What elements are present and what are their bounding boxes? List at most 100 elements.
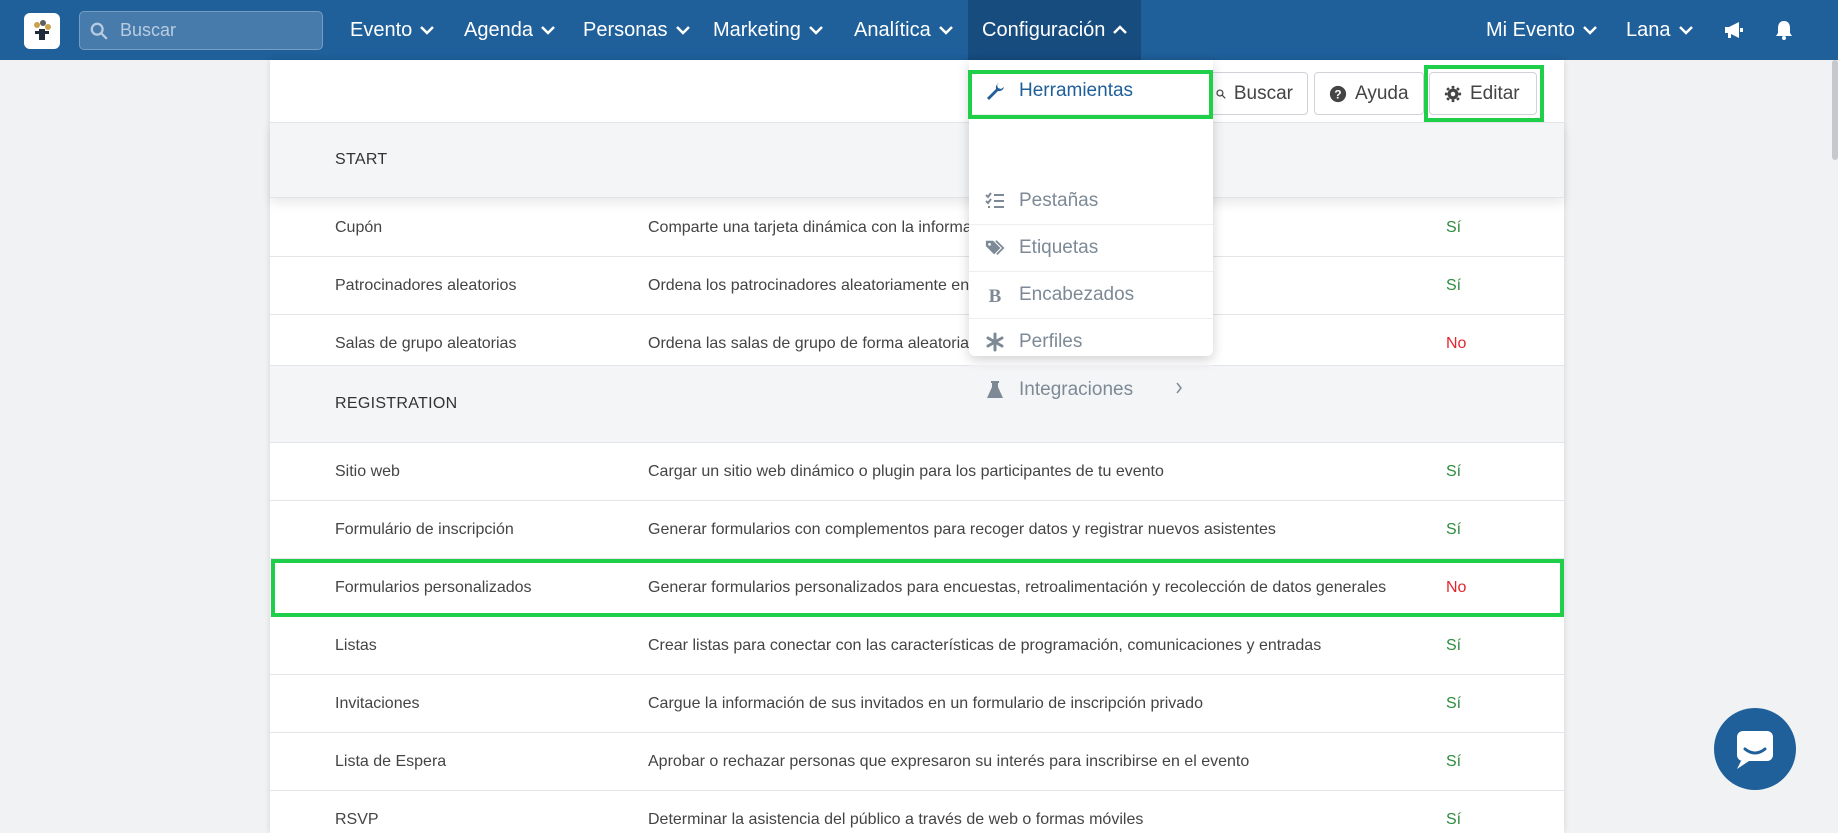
row-status: Sí [1446,694,1462,712]
menu-item-etiquetas[interactable]: Etiquetas [969,225,1213,272]
nav-lana[interactable]: Lana [1612,0,1707,60]
nav-lana-label: Lana [1626,18,1671,41]
nav-evento[interactable]: Evento [336,0,448,60]
highlight-herramientas [968,70,1213,119]
row-status: Sí [1446,276,1462,294]
row-name: Invitaciones [335,694,420,712]
row-status: Sí [1446,520,1462,538]
table-row[interactable]: Lista de Espera Aprobar o rechazar perso… [270,733,1564,791]
chevron-down-icon [1583,26,1597,35]
nav-marketing[interactable]: Marketing [699,0,837,60]
row-status: Sí [1446,218,1462,236]
menu-item-label: Perfiles [1019,331,1083,352]
content-panel: Buscar ? Ayuda Editar START Cupón Compar… [270,60,1564,833]
menu-item-label: Etiquetas [1019,237,1099,258]
nav-analitica[interactable]: Analítica [840,0,967,60]
svg-text:?: ? [1334,88,1341,101]
nav-personas[interactable]: Personas [569,0,704,60]
list-check-icon [985,192,1004,208]
chat-icon [1737,731,1773,769]
search-input[interactable] [120,20,310,41]
tags-icon [985,240,1005,256]
row-status: Sí [1446,752,1462,770]
row-name: Patrocinadores aleatorios [335,276,517,294]
menu-item-label: Pestañas [1019,190,1099,211]
search-button[interactable]: Buscar [1202,72,1308,115]
row-name: Sitio web [335,462,400,480]
table-row[interactable]: Cupón Comparte una tarjeta dinámica con … [270,199,1564,257]
nav-agenda-label: Agenda [464,18,533,41]
help-button[interactable]: ? Ayuda [1314,72,1424,115]
app-logo[interactable] [24,13,60,49]
row-status: Sí [1446,462,1462,480]
menu-item-integraciones[interactable]: Integraciones [969,366,1213,413]
row-status: Sí [1446,636,1462,654]
svg-text:B: B [989,286,1002,305]
section-title: REGISTRATION [335,395,458,412]
table-row[interactable]: RSVP Determinar la asistencia del públic… [270,791,1564,833]
row-name: Formulário de inscripción [335,520,514,538]
chevron-right-icon [1176,382,1182,394]
row-description: Cargar un sitio web dinámico o plugin pa… [648,462,1164,480]
table-row[interactable]: Formulário de inscripción Generar formul… [270,501,1564,559]
table-row[interactable]: Patrocinadores aleatorios Ordena los pat… [270,257,1564,315]
question-circle-icon: ? [1329,85,1347,102]
section-header-start: START [270,122,1564,198]
nav-personas-label: Personas [583,18,668,41]
row-name: Salas de grupo aleatorias [335,334,517,352]
chevron-down-icon [675,26,690,35]
megaphone-icon [1725,22,1743,38]
menu-item-pestanas[interactable]: Pestañas [969,178,1213,225]
table-row[interactable]: Invitaciones Cargue la información de su… [270,675,1564,733]
nav-configuracion[interactable]: Configuración [968,0,1142,60]
logo-icon [34,20,51,40]
row-description: Ordena los patrocinadores aleatoriamente… [648,276,970,294]
nav-agenda[interactable]: Agenda [450,0,569,60]
highlight-edit-button [1424,65,1544,122]
help-button-label: Ayuda [1355,82,1409,104]
row-description: Aprobar o rechazar personas que expresar… [648,752,1250,770]
nav-evento-label: Evento [350,18,413,41]
scrollbar[interactable] [1832,60,1838,160]
nav-mi-evento[interactable]: Mi Evento [1472,0,1611,60]
chat-launcher[interactable] [1714,708,1796,790]
row-description: Generar formularios con complementos par… [648,520,1276,538]
chevron-down-icon [420,26,435,35]
chevron-down-icon [1678,26,1693,35]
row-name: Lista de Espera [335,752,447,770]
chevron-up-icon [1113,25,1128,34]
row-status: No [1446,334,1467,352]
row-name: Listas [335,636,377,654]
notifications-button[interactable] [1760,0,1808,60]
search-box[interactable] [79,11,323,50]
nav-mi-evento-label: Mi Evento [1486,18,1575,41]
asterisk-icon [986,332,1004,352]
highlight-custom-forms-row [271,559,1564,617]
menu-item-encabezados[interactable]: B Encabezados [969,272,1213,319]
row-name: Cupón [335,218,383,236]
chevron-down-icon [808,26,823,35]
table-row[interactable]: Sitio web Cargar un sitio web dinámico o… [270,443,1564,501]
menu-item-label: Encabezados [1019,284,1135,305]
announcements-button[interactable] [1709,0,1757,60]
search-icon [90,22,108,39]
section-header-registration: REGISTRATION [270,365,1564,443]
menu-item-label: Integraciones [1019,378,1134,400]
row-name: RSVP [335,810,379,828]
row-description: Crear listas para conectar con las carac… [648,636,1322,654]
bell-icon [1776,21,1792,40]
section-title: START [335,151,388,168]
table-row[interactable]: Listas Crear listas para conectar con la… [270,617,1564,675]
nav-configuracion-label: Configuración [982,18,1106,41]
top-nav: Evento Agenda Personas Marketing Analíti… [0,0,1838,60]
row-description: Determinar la asistencia del público a t… [648,810,1144,828]
chevron-down-icon [541,26,555,35]
nav-marketing-label: Marketing [713,18,801,41]
row-status: Sí [1446,810,1462,828]
row-description: Cargue la información de sus invitados e… [648,694,1203,712]
row-description: Ordena las salas de grupo de forma aleat… [648,334,970,352]
row-description: Comparte una tarjeta dinámica con la inf… [648,218,972,236]
toolbar: Buscar ? Ayuda Editar [270,60,1564,122]
menu-item-perfiles[interactable]: Perfiles [969,319,1213,366]
bold-icon: B [989,286,1002,305]
